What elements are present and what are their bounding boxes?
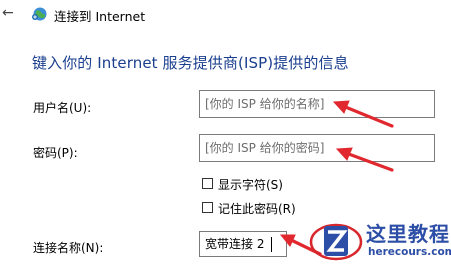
- watermark: 这里教程网 herecours.com: [304, 212, 451, 267]
- password-label: 密码(P):: [33, 146, 78, 160]
- connection-name-value: 宽带连接 2: [205, 237, 265, 251]
- connection-name-label: 连接名称(N):: [33, 241, 104, 255]
- back-arrow-icon[interactable]: ←: [2, 5, 14, 21]
- username-label: 用户名(U):: [33, 101, 92, 115]
- connection-name-input[interactable]: 宽带连接 2: [199, 231, 287, 257]
- username-placeholder: [你的 ISP 给你的名称]: [205, 97, 325, 111]
- watermark-url: herecours.com: [368, 246, 451, 258]
- show-characters-label[interactable]: 显示字符(S): [218, 176, 283, 193]
- username-input[interactable]: [你的 ISP 给你的名称]: [199, 90, 435, 118]
- remember-password-label[interactable]: 记住此密码(R): [218, 200, 296, 217]
- remember-password-checkbox[interactable]: [202, 202, 213, 213]
- password-input[interactable]: [你的 ISP 给你的密码]: [199, 134, 435, 162]
- network-globe-icon: [32, 7, 47, 21]
- text-caret: [271, 237, 273, 252]
- window-title: 连接到 Internet: [54, 9, 146, 24]
- page-heading: 键入你的 Internet 服务提供商(ISP)提供的信息: [32, 54, 349, 72]
- watermark-logo-icon: [309, 223, 363, 261]
- show-characters-checkbox[interactable]: [202, 178, 213, 189]
- title-bar: ← 连接到 Internet: [0, 0, 451, 28]
- password-placeholder: [你的 ISP 给你的密码]: [205, 141, 325, 155]
- watermark-text: 这里教程网: [366, 222, 451, 246]
